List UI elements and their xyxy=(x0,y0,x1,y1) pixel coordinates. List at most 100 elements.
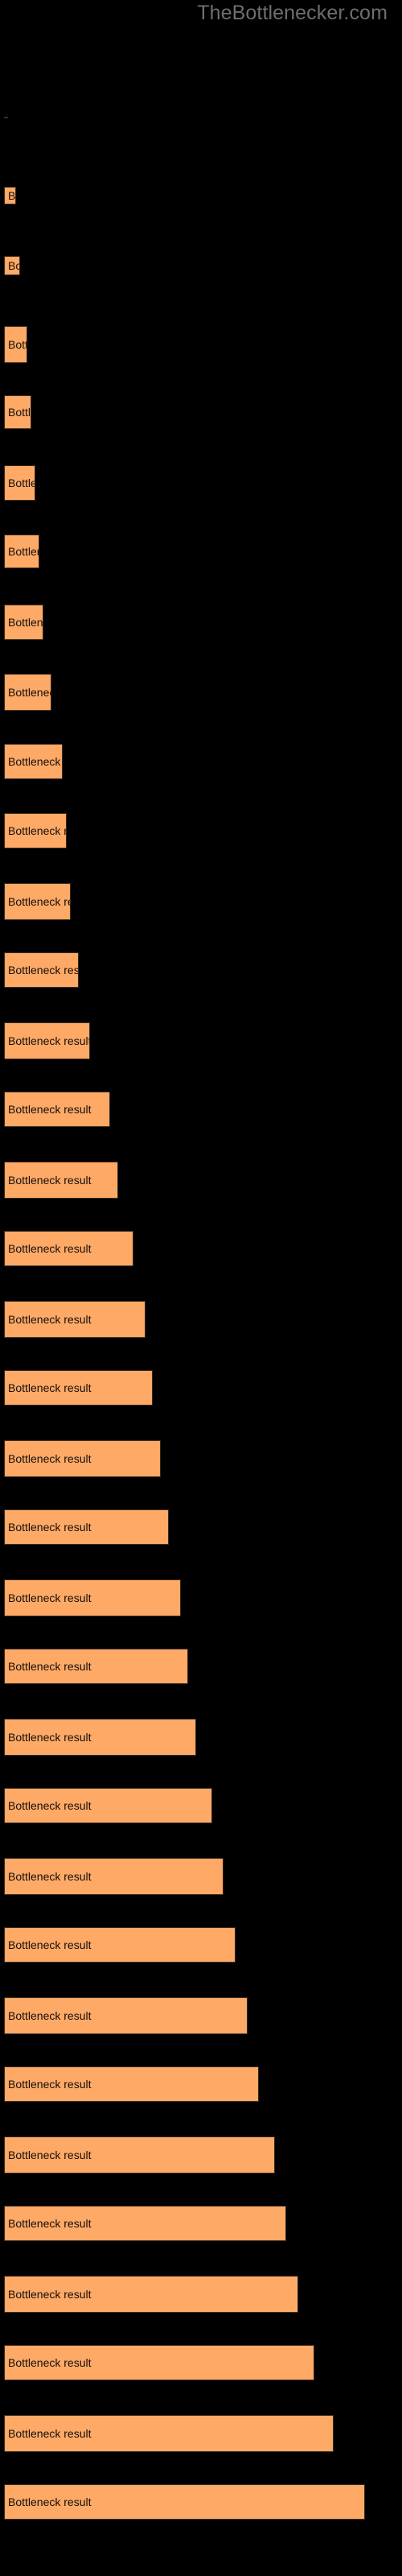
bar-row: Bottleneck result xyxy=(0,1092,402,1127)
chart-bar[interactable]: Bottleneck result xyxy=(4,743,64,779)
bar-label: Bottleneck result xyxy=(8,1242,92,1255)
bar-label: Bottleneck result xyxy=(8,2426,92,2440)
bar-label: Bottleneck result xyxy=(8,2496,92,2508)
bar-row: Bottleneck result xyxy=(0,1439,402,1477)
chart-bar[interactable]: Bottleneck result xyxy=(4,535,39,568)
bar-label: Bottleneck result xyxy=(5,117,8,118)
chart-bar[interactable]: Bottleneck result xyxy=(4,674,51,711)
bar-label: Bottleneck result xyxy=(8,1034,91,1047)
chart-bar[interactable]: Bottleneck result xyxy=(4,1927,236,1963)
chart-bar[interactable]: Bottleneck result xyxy=(4,1300,146,1338)
bar-label: Bottleneck result xyxy=(8,615,43,629)
chart-bar[interactable]: Bottleneck result xyxy=(4,2275,298,2313)
chart-bar[interactable]: Bottleneck result xyxy=(4,1718,197,1756)
bar-row: Bottleneck result xyxy=(0,1579,402,1616)
bar-label: Bottleneck result xyxy=(8,1730,92,1744)
bar-label: Bottleneck result xyxy=(8,259,19,272)
bar-row: Bottleneck result xyxy=(0,743,402,779)
bar-row: Bottleneck result xyxy=(0,2484,402,2520)
bar-row: Bottleneck result xyxy=(0,1927,402,1963)
bar-row: Bottleneck result xyxy=(0,1161,402,1199)
chart-bar[interactable]: Bottleneck result xyxy=(4,1649,189,1684)
bar-label: Bottleneck result xyxy=(8,1103,92,1116)
bar-row: Bottleneck result xyxy=(0,1231,402,1266)
bar-row: Bottleneck result xyxy=(0,2136,402,2174)
bar-label: Bottleneck result xyxy=(8,1173,92,1187)
chart-bar[interactable]: Bottleneck result xyxy=(4,117,8,118)
bar-row: Bottleneck result xyxy=(0,1718,402,1756)
chart-bar[interactable]: Bottleneck result xyxy=(4,2345,314,2380)
bar-label: Bottleneck result xyxy=(8,2148,92,2161)
bar-row: Bottleneck result xyxy=(0,2275,402,2313)
chart-bar[interactable]: Bottleneck result xyxy=(4,604,43,640)
chart-bar[interactable]: Bottleneck result xyxy=(4,1370,154,1406)
bar-label: Bottleneck result xyxy=(8,2008,92,2022)
bar-label: Bottleneck result xyxy=(8,1660,92,1673)
chart-bar[interactable]: Bottleneck result xyxy=(4,1161,118,1199)
bar-label: Bottleneck result xyxy=(8,1451,92,1465)
bar-row: Bottleneck result xyxy=(0,1509,402,1545)
chart-bar[interactable]: Bottleneck result xyxy=(4,2484,365,2520)
bar-label: Bottleneck result xyxy=(8,2217,92,2230)
chart-bar[interactable]: Bottleneck result xyxy=(4,325,28,363)
chart-bar[interactable]: Bottleneck result xyxy=(4,1022,91,1059)
chart-bar[interactable]: Bottleneck result xyxy=(4,1996,248,2034)
bar-row: Bottleneck result xyxy=(0,256,402,275)
bar-row: Bottleneck result xyxy=(0,952,402,988)
chart-bar[interactable]: Bottleneck result xyxy=(4,882,71,920)
bar-row: Bottleneck result xyxy=(0,2414,402,2452)
chart-bar[interactable]: Bottleneck result xyxy=(4,2206,287,2241)
bar-row: Bottleneck result xyxy=(0,464,402,501)
bar-label: Bottleneck result xyxy=(8,754,62,768)
bar-row: Bottleneck result xyxy=(0,1649,402,1684)
bar-label: Bottleneck result xyxy=(8,686,51,699)
bar-row: Bottleneck result xyxy=(0,2345,402,2380)
bar-label: Bottleneck result xyxy=(8,2078,92,2091)
bar-row: Bottleneck result xyxy=(0,604,402,640)
bar-row: Bottleneck result xyxy=(0,674,402,711)
bar-label: Bottleneck result xyxy=(8,337,27,351)
bar-row: Bottleneck result xyxy=(0,882,402,920)
chart-bar[interactable]: Bottleneck result xyxy=(4,2136,275,2174)
bar-row: Bottleneck result xyxy=(0,1788,402,1823)
chart-bar[interactable]: Bottleneck result xyxy=(4,1092,110,1127)
bar-label: Bottleneck result xyxy=(8,894,70,908)
chart-bar[interactable]: Bottleneck result xyxy=(4,1788,212,1823)
chart-bar[interactable]: Bottleneck result xyxy=(4,952,79,988)
bar-row: Bottleneck result xyxy=(0,186,402,204)
bar-label: Bottleneck result xyxy=(8,1938,92,1951)
bar-row: Bottleneck result xyxy=(0,2206,402,2241)
chart-bar[interactable]: Bottleneck result xyxy=(4,256,20,275)
bar-row: Bottleneck result xyxy=(0,1996,402,2034)
bar-row: Bottleneck result xyxy=(0,1300,402,1338)
bar-label: Bottleneck result xyxy=(8,545,39,558)
chart-bar[interactable]: Bottleneck result xyxy=(4,464,36,501)
chart-bar[interactable]: Bottleneck result xyxy=(4,395,32,429)
bar-label: Bottleneck result xyxy=(8,1381,92,1394)
bar-label: Bottleneck result xyxy=(8,406,31,419)
chart-bar[interactable]: Bottleneck result xyxy=(4,813,68,848)
chart-bar[interactable]: Bottleneck result xyxy=(4,1857,224,1895)
bar-chart-plot-area: Bottleneck result Bottleneck result Bottle… xyxy=(0,0,402,2576)
bar-label: Bottleneck result xyxy=(8,2287,92,2301)
bar-label: Bottleneck result xyxy=(8,1799,92,1812)
bar-label: Bottleneck result xyxy=(8,2356,92,2369)
chart-bar[interactable]: Bottleneck result xyxy=(4,1439,162,1477)
chart-bar[interactable]: Bottleneck result xyxy=(4,1509,169,1545)
bar-row: Bottleneck result xyxy=(0,1022,402,1059)
chart-bar[interactable]: Bottleneck result xyxy=(4,1231,134,1266)
chart-bar[interactable]: Bottleneck result xyxy=(4,1579,181,1616)
bar-label: Bottleneck result xyxy=(8,824,66,837)
bar-label: Bottleneck result xyxy=(8,1312,92,1326)
bar-label: Bottleneck result xyxy=(8,1521,92,1534)
bar-row: Bottleneck result xyxy=(0,1857,402,1895)
chart-bar[interactable]: Bottleneck result xyxy=(4,186,16,204)
bar-row: Bottleneck result xyxy=(0,2066,402,2102)
bar-row: Bottleneck result xyxy=(0,535,402,568)
chart-bar[interactable]: Bottleneck result xyxy=(4,2414,334,2452)
bar-row: Bottleneck result xyxy=(0,813,402,848)
bar-row: Bottleneck result xyxy=(0,117,402,118)
bar-row: Bottleneck result xyxy=(0,325,402,363)
chart-bar[interactable]: Bottleneck result xyxy=(4,2066,260,2102)
bar-row: Bottleneck result xyxy=(0,395,402,429)
